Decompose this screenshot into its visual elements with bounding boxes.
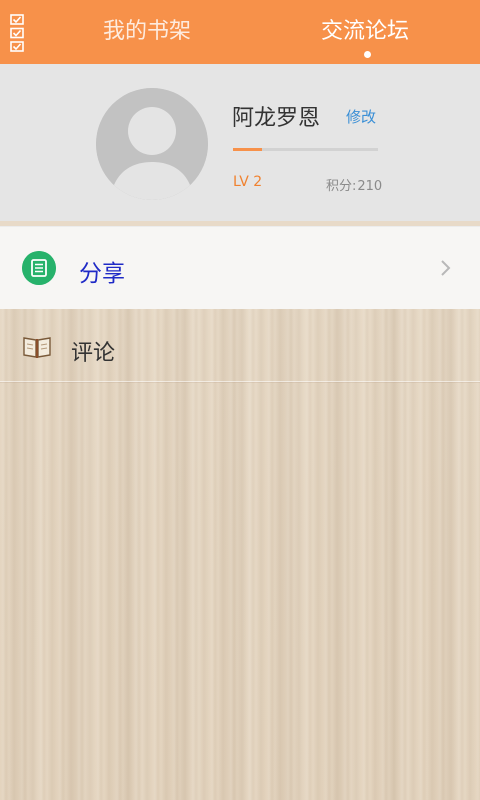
comment-label: 评论 [71, 341, 116, 366]
username: 阿龙罗恩 [232, 106, 321, 131]
points-value: 210 [357, 179, 383, 194]
profile-panel: 阿龙罗恩 修改 LV 2 积分:210 [0, 64, 480, 221]
comment-menu-item[interactable]: 评论 [0, 309, 480, 382]
edit-profile-link[interactable]: 修改 [346, 106, 376, 127]
checklist-menu-icon[interactable] [10, 14, 26, 52]
share-menu-item[interactable]: 分享 [0, 226, 480, 310]
points-label: 积分: [326, 179, 357, 194]
top-tab-bar: 我的书架 交流论坛 [0, 0, 480, 64]
default-user-icon [96, 88, 208, 200]
user-points: 积分:210 [326, 175, 382, 194]
user-level: LV 2 [233, 174, 263, 190]
level-progress-fill [233, 148, 262, 151]
active-tab-indicator [364, 51, 371, 58]
level-progress-bar [233, 148, 378, 151]
share-label: 分享 [79, 261, 125, 287]
wood-background [0, 309, 480, 800]
avatar[interactable] [96, 88, 208, 200]
open-book-icon [23, 337, 51, 358]
share-list-icon [22, 251, 56, 285]
chevron-right-icon [441, 260, 451, 276]
tab-my-bookshelf[interactable]: 我的书架 [74, 0, 220, 64]
